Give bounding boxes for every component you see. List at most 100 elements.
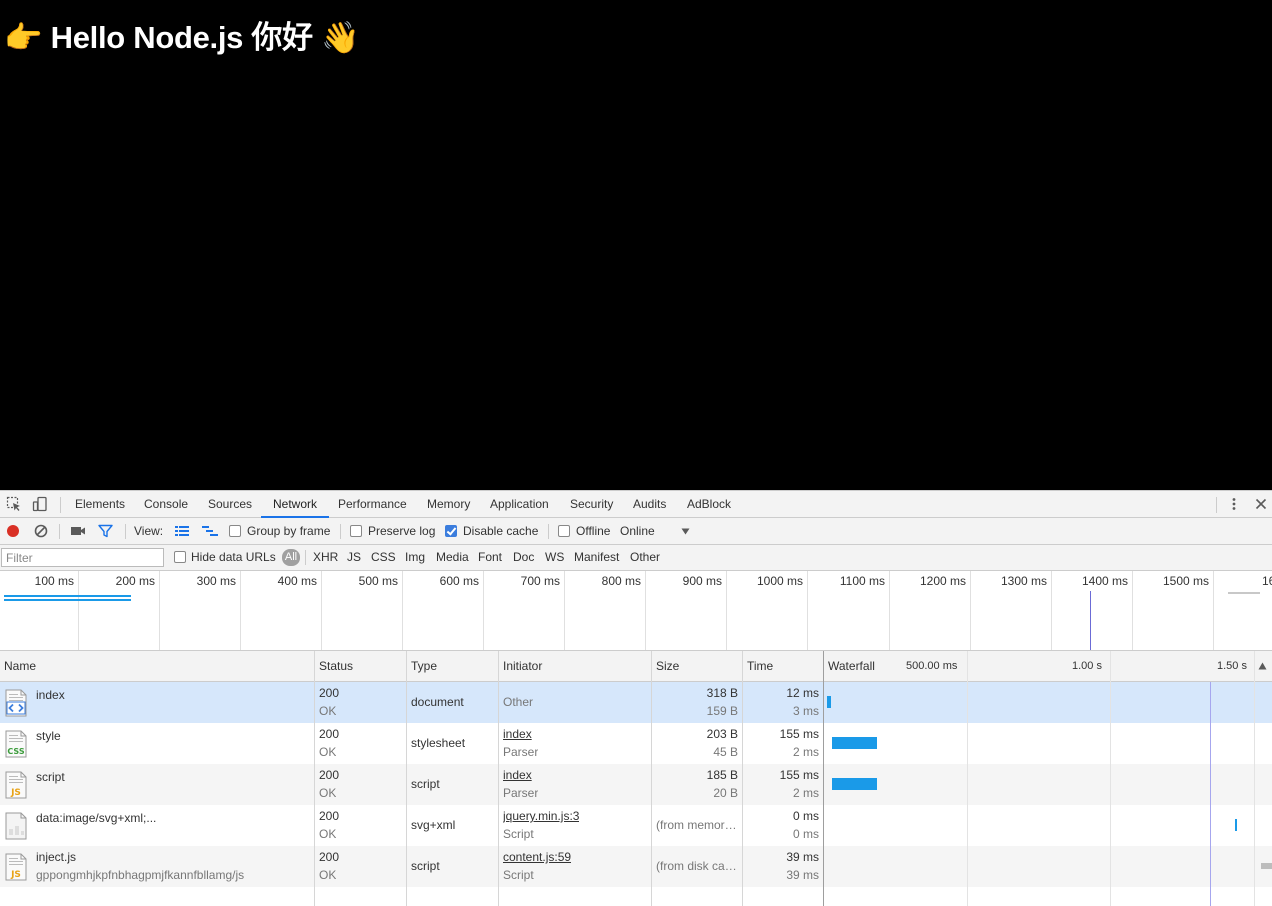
network-overview-timeline[interactable]: 100 ms 200 ms 300 ms 400 ms 500 ms 600 ms 700 … [0,571,1272,651]
group-by-frame-label: Group by frame [247,524,331,538]
type-filter-media[interactable]: Media [436,545,469,570]
device-toolbar-icon[interactable] [32,496,48,512]
overview-request-bar [4,599,131,601]
inspect-element-icon[interactable] [6,496,22,512]
clear-icon[interactable] [34,524,48,538]
status-text: OK [319,786,337,800]
total-time: 39 ms [786,850,819,864]
waterfall-bar[interactable] [1260,863,1272,869]
transfer-size: 185 B [706,768,738,782]
column-header-waterfall[interactable]: Waterfall [824,651,875,681]
svg-text:JS: JS [10,788,21,798]
request-name[interactable]: inject.js [36,850,311,864]
initiator-link[interactable]: index [503,727,532,741]
waterfall-bar[interactable] [832,778,877,790]
overview-tick-label: 100 ms [34,574,74,588]
request-name[interactable]: index [36,688,311,702]
table-row[interactable]: CSS style 200 OK stylesheet index Parser 203 B 4… [0,723,1272,764]
overview-gridline [726,571,727,650]
tab-sources[interactable]: Sources [208,491,252,518]
tab-elements[interactable]: Elements [75,491,125,518]
column-divider[interactable] [742,651,743,906]
camera-icon[interactable] [70,525,86,537]
tab-console[interactable]: Console [144,491,188,518]
filter-input[interactable] [1,548,164,567]
overview-tick-label: 1300 ms [1000,574,1047,588]
preserve-log-checkbox[interactable] [350,525,362,537]
overview-gridline [78,571,79,650]
tab-adblock[interactable]: AdBlock [687,491,731,518]
tab-audits[interactable]: Audits [633,491,666,518]
initiator-link[interactable]: index [503,768,532,782]
toolbar-divider [340,524,341,539]
type-filter-doc[interactable]: Doc [513,545,534,570]
column-divider[interactable] [314,651,315,906]
table-row[interactable]: JS script 200 OK script index Parser 185 B 20 B 1… [0,764,1272,805]
disable-cache-checkbox[interactable] [445,525,457,537]
svg-text:CSS: CSS [7,747,24,756]
column-header-size[interactable]: Size [652,651,679,681]
column-divider[interactable] [406,651,407,906]
type-filter-img[interactable]: Img [405,545,425,570]
column-divider[interactable] [651,651,652,906]
request-name[interactable]: style [36,729,311,743]
initiator-link[interactable]: content.js:59 [503,850,571,864]
type-filter-xhr[interactable]: XHR [313,545,338,570]
tab-bar-divider [60,497,61,513]
waterfall-gridline [1254,651,1255,906]
large-rows-icon[interactable] [174,525,190,537]
hide-data-urls-checkbox[interactable] [174,551,186,563]
overview-tick-label: 1500 ms [1162,574,1209,588]
tab-application[interactable]: Application [490,491,549,518]
waterfall-bar[interactable] [827,696,831,708]
type-filter-js[interactable]: JS [347,545,361,570]
column-header-status[interactable]: Status [315,651,353,681]
overview-gridline [970,571,971,650]
column-divider[interactable] [823,651,824,906]
table-row[interactable]: index 200 OK document Other 318 B 159 B 12 ms 3 … [0,682,1272,723]
type-filter-ws[interactable]: WS [545,545,564,570]
close-icon[interactable] [1253,496,1269,512]
vertical-dots-icon[interactable] [1226,496,1242,512]
waterfall-bar[interactable] [832,737,877,749]
type-filter-css[interactable]: CSS [371,545,396,570]
sort-ascending-icon[interactable] [1258,662,1267,670]
group-by-frame-checkbox[interactable] [229,525,241,537]
column-header-type[interactable]: Type [407,651,437,681]
request-name[interactable]: script [36,770,311,784]
column-header-time[interactable]: Time [743,651,773,681]
tab-memory[interactable]: Memory [427,491,470,518]
request-name[interactable]: data:image/svg+xml;... [36,811,311,825]
toolbar-divider [59,524,60,539]
resource-size: 159 B [706,704,738,718]
type-filter-font[interactable]: Font [478,545,502,570]
devtools-tab-bar: Elements Console Sources Network Performance… [0,490,1272,518]
column-header-initiator[interactable]: Initiator [499,651,542,681]
throttling-select[interactable]: Online [620,518,655,544]
overview-gridline [564,571,565,650]
initiator-link[interactable]: jquery.min.js:3 [503,809,579,823]
chevron-down-icon[interactable] [681,528,690,535]
overview-gridline [645,571,646,650]
waterfall-bar[interactable] [1235,819,1237,831]
transfer-size: (from disk cache) [656,859,738,873]
tab-network[interactable]: Network [261,491,330,518]
total-time: 155 ms [779,768,819,782]
overview-tick-label: 1200 ms [919,574,966,588]
resource-type: script [411,777,440,791]
record-icon[interactable] [6,524,20,538]
table-row[interactable]: JS inject.js gppongmhjkpfnbhagpmjfkannfbll… [0,846,1272,887]
filter-icon[interactable] [98,524,113,538]
waterfall-view-icon[interactable] [201,525,219,538]
type-filter-other[interactable]: Other [630,545,660,570]
type-filter-all[interactable]: All [282,549,300,566]
column-header-name[interactable]: Name [0,651,36,681]
table-row[interactable]: data:image/svg+xml;... 200 OK svg+xml jquery… [0,805,1272,846]
tab-performance[interactable]: Performance [338,491,407,518]
column-divider[interactable] [498,651,499,906]
toolbar-divider [548,524,549,539]
network-request-table: Name Status Type Initiator Size Time Wat… [0,651,1272,906]
type-filter-manifest[interactable]: Manifest [574,545,619,570]
offline-checkbox[interactable] [558,525,570,537]
tab-security[interactable]: Security [570,491,613,518]
